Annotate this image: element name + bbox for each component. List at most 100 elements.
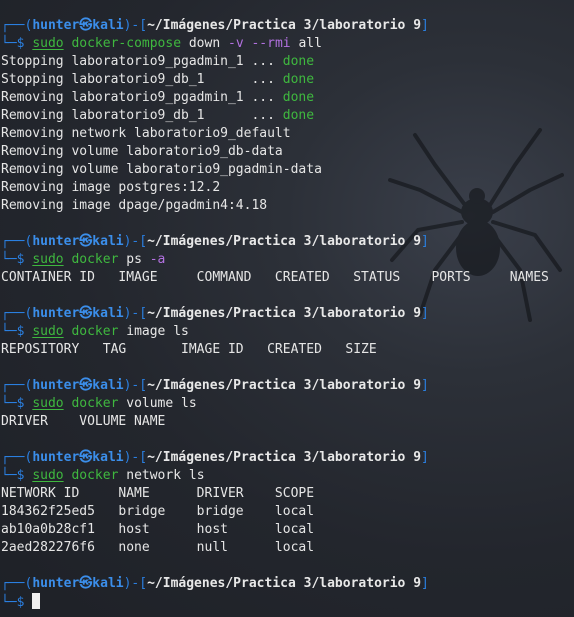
output-line: Removing image postgres:12.2 [1, 179, 574, 197]
prompt-frame: └─ [1, 595, 17, 610]
table-row: ab10a0b28cf1 host host local [1, 521, 574, 539]
prompt-host: kali [92, 306, 124, 321]
output-text: Removing laboratorio9_pgadmin_1 ... [1, 90, 283, 105]
prompt-frame: ┌──( [1, 18, 33, 33]
output-text: DRIVER VOLUME NAME [1, 414, 166, 429]
status-done: done [282, 108, 315, 123]
prompt-at-icon: ㉿ [79, 306, 93, 321]
prompt-dollar: $ [16, 396, 33, 411]
command-arg: down [188, 36, 221, 51]
output-text: Removing volume laboratorio9_pgadmin-dat… [1, 162, 322, 177]
output-text: Removing image postgres:12.2 [1, 180, 221, 195]
output-text: Stopping laboratorio9_pgadmin_1 ... [1, 54, 283, 69]
command-name: docker [71, 396, 119, 411]
command-line: └─$ sudo docker volume ls [1, 395, 574, 413]
terminal-output[interactable]: ┌──(hunter㉿kali)-[~/Imágenes/Practica 3/… [1, 17, 574, 611]
output-text: NETWORK ID NAME DRIVER SCOPE [1, 486, 315, 501]
command-line: └─$ sudo docker network ls [1, 467, 574, 485]
status-done: done [282, 90, 315, 105]
output-text: ab10a0b28cf1 host host local [1, 522, 315, 537]
prompt-line: ┌──(hunter㉿kali)-[~/Imágenes/Practica 3/… [1, 575, 574, 593]
command-arg: all [298, 36, 322, 51]
prompt-frame: )-[ [123, 576, 148, 591]
prompt-frame: )-[ [123, 18, 148, 33]
prompt-host: kali [92, 18, 124, 33]
prompt-user: hunter [32, 450, 80, 465]
output-line: Removing laboratorio9_db_1 ... done [1, 107, 574, 125]
terminal-window[interactable]: ┌──(hunter㉿kali)-[~/Imágenes/Practica 3/… [0, 0, 574, 617]
prompt-line: ┌──(hunter㉿kali)-[~/Imágenes/Practica 3/… [1, 17, 574, 35]
prompt-host: kali [92, 378, 124, 393]
output-line: Removing laboratorio9_pgadmin_1 ... done [1, 89, 574, 107]
prompt-line: ┌──(hunter㉿kali)-[~/Imágenes/Practica 3/… [1, 449, 574, 467]
prompt-path: ~/Imágenes/Practica 3/laboratorio 9 [147, 450, 422, 465]
prompt-path: ~/Imágenes/Practica 3/laboratorio 9 [147, 234, 422, 249]
prompt-frame: ] [421, 450, 429, 465]
output-text: Stopping laboratorio9_db_1 ... [1, 72, 283, 87]
prompt-at-icon: ㉿ [79, 576, 93, 591]
prompt-path: ~/Imágenes/Practica 3/laboratorio 9 [147, 306, 422, 321]
command-line: └─$ [1, 593, 574, 611]
prompt-path: ~/Imágenes/Practica 3/laboratorio 9 [147, 18, 422, 33]
prompt-frame: ] [421, 378, 429, 393]
output-line: Removing volume laboratorio9_pgadmin-dat… [1, 161, 574, 179]
command-sudo: sudo [32, 36, 64, 51]
command-sudo: sudo [32, 252, 64, 267]
command-sudo: sudo [32, 396, 64, 411]
command-name: docker [71, 324, 119, 339]
output-text: Removing network laboratorio9_default [1, 126, 291, 141]
prompt-frame: └─ [1, 468, 17, 483]
block-cursor-icon[interactable] [32, 593, 41, 609]
table-header: CONTAINER ID IMAGE COMMAND CREATED STATU… [1, 269, 574, 287]
status-done: done [282, 54, 315, 69]
prompt-dollar: $ [16, 36, 33, 51]
prompt-frame: └─ [1, 324, 17, 339]
command-arg: ls [173, 324, 189, 339]
prompt-at-icon: ㉿ [79, 450, 93, 465]
command-arg: ls [188, 468, 205, 483]
prompt-frame: └─ [1, 396, 17, 411]
prompt-line: ┌──(hunter㉿kali)-[~/Imágenes/Practica 3/… [1, 377, 574, 395]
prompt-dollar: $ [16, 468, 33, 483]
command-arg: image [126, 324, 166, 339]
prompt-at-icon: ㉿ [79, 378, 93, 393]
output-line: Stopping laboratorio9_pgadmin_1 ... done [1, 53, 574, 71]
table-header: REPOSITORY TAG IMAGE ID CREATED SIZE [1, 341, 574, 359]
prompt-user: hunter [32, 576, 80, 591]
output-line: Removing image dpage/pgadmin4:4.18 [1, 197, 574, 215]
prompt-frame: )-[ [123, 378, 148, 393]
prompt-frame: ┌──( [1, 306, 33, 321]
prompt-dollar: $ [16, 252, 33, 267]
command-sudo: sudo [32, 468, 64, 483]
prompt-host: kali [92, 576, 124, 591]
command-line: └─$ sudo docker image ls [1, 323, 574, 341]
prompt-line: ┌──(hunter㉿kali)-[~/Imágenes/Practica 3/… [1, 305, 574, 323]
prompt-path: ~/Imágenes/Practica 3/laboratorio 9 [147, 378, 422, 393]
output-text: REPOSITORY TAG IMAGE ID CREATED SIZE [1, 342, 377, 357]
prompt-frame: ] [421, 576, 429, 591]
prompt-dollar: $ [16, 595, 33, 610]
prompt-frame: ┌──( [1, 378, 33, 393]
prompt-path: ~/Imágenes/Practica 3/laboratorio 9 [147, 576, 422, 591]
command-arg: ls [181, 396, 197, 411]
command-name: docker [71, 252, 119, 267]
prompt-frame: └─ [1, 252, 17, 267]
prompt-frame: └─ [1, 36, 17, 51]
prompt-host: kali [92, 450, 124, 465]
table-row: 2aed282276f6 none null local [1, 539, 574, 557]
command-flag: --rmi [251, 36, 291, 51]
command-flag: -a [149, 252, 166, 267]
prompt-frame: ] [421, 306, 429, 321]
prompt-frame: ┌──( [1, 576, 33, 591]
command-name: docker-compose [71, 36, 182, 51]
output-text: Removing image dpage/pgadmin4:4.18 [1, 198, 268, 213]
output-text: Removing volume laboratorio9_db-data [1, 144, 283, 159]
prompt-frame: ┌──( [1, 234, 33, 249]
prompt-user: hunter [32, 378, 80, 393]
output-text: 2aed282276f6 none null local [1, 540, 315, 555]
